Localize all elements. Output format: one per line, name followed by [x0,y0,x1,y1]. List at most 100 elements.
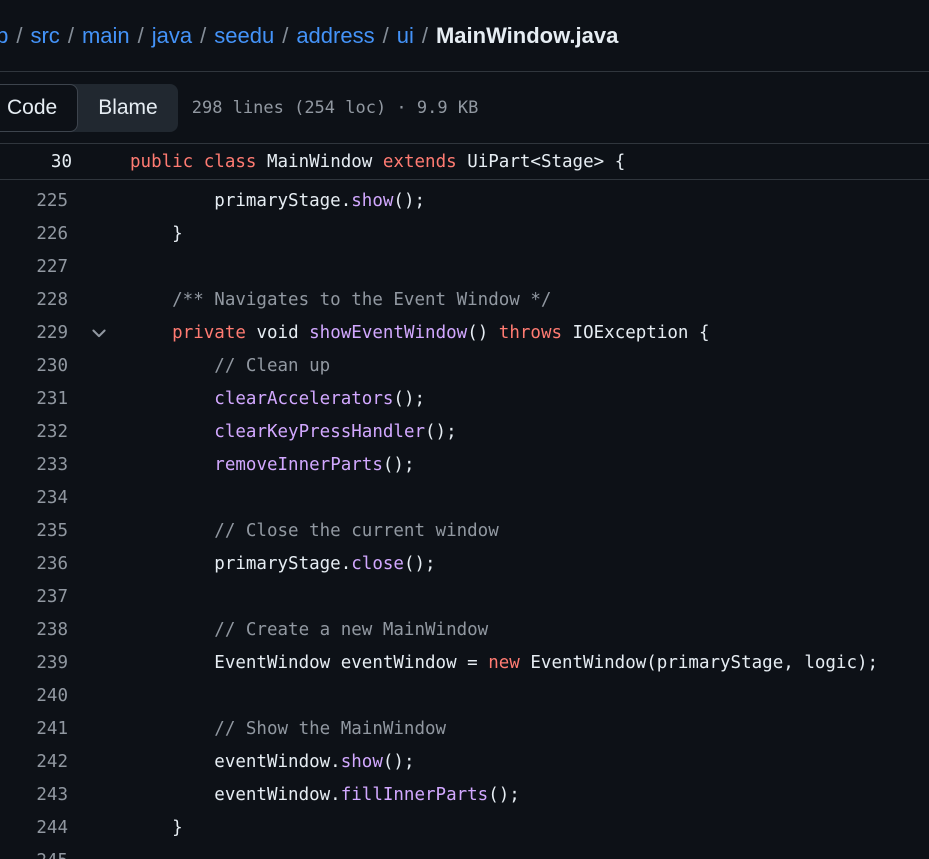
code-token: () [467,322,499,343]
line-number[interactable]: 236 [0,554,68,574]
gutter [68,323,130,343]
breadcrumb-link-java[interactable]: java [152,23,192,48]
breadcrumb-link-seedu[interactable]: seedu [214,23,274,48]
line-number[interactable]: 234 [0,488,68,508]
line-number[interactable]: 238 [0,620,68,640]
line-code: primaryStage.show(); [130,191,425,211]
keyword-token: class [203,151,257,172]
blame-tab[interactable]: Blame [78,84,178,132]
code-token: eventWindow. [130,751,341,772]
comment-token: // Create a new MainWindow [130,619,489,640]
line-code: // Clean up [130,356,330,376]
code-line[interactable]: 232 clearKeyPressHandler(); [0,415,929,448]
line-number: 30 [50,151,72,172]
line-code: primaryStage.close(); [130,553,436,574]
line-code: // Close the current window [130,520,499,541]
line-number[interactable]: 226 [0,224,68,244]
code-line[interactable]: 240 [0,679,929,712]
sticky-line[interactable]: 30 public class MainWindow extends UiPar… [0,144,929,180]
code-line[interactable]: 238 // Create a new MainWindow [0,613,929,646]
code-line[interactable]: 226 } [0,217,929,250]
line-number[interactable]: 242 [0,752,68,772]
line-number[interactable]: 235 [0,521,68,541]
line-number[interactable]: 237 [0,587,68,607]
line-number[interactable]: 232 [0,422,68,442]
line-code: EventWindow eventWindow = new EventWindo… [130,653,878,673]
line-number[interactable]: 229 [0,323,68,343]
keyword-token: private [172,322,246,343]
code-line[interactable]: 225 primaryStage.show(); [0,184,929,217]
line-number[interactable]: 228 [0,290,68,310]
code-token: } [130,817,183,838]
code-line[interactable]: 243 eventWindow.fillInnerParts(); [0,778,929,811]
keyword-token: extends [382,151,457,172]
line-number[interactable]: 225 [0,191,68,211]
code-token: EventWindow(primaryStage, logic); [519,652,879,673]
code-line[interactable]: 242 eventWindow.show(); [0,745,929,778]
code-token: (); [393,190,426,211]
code-line[interactable]: 241 // Show the MainWindow [0,712,929,745]
line-number[interactable]: 243 [0,785,68,805]
code-token: (); [488,784,520,805]
function-token: close [351,553,404,574]
breadcrumb-link-ui[interactable]: ui [397,23,414,48]
code-token: } [130,223,183,244]
breadcrumb-separator: / [382,22,389,48]
breadcrumb-link-main[interactable]: main [82,23,130,48]
code-token: void [245,322,310,343]
line-number[interactable]: 227 [0,257,68,277]
line-code: eventWindow.fillInnerParts(); [130,785,520,805]
line-number[interactable]: 233 [0,455,68,475]
line-code: /** Navigates to the Event Window */ [130,290,551,310]
comment-token: // Close the current window [130,520,499,541]
keyword-token: new [488,652,520,673]
code-token: (); [393,388,426,409]
code-lines: 225 primaryStage.show(); 226 } 227 228 /** … [0,184,929,859]
line-code: private void showEventWindow() throws IO… [130,322,709,343]
line-number[interactable]: 239 [0,653,68,673]
code-token: primaryStage. [130,190,352,211]
code-tab[interactable]: Code [0,83,79,132]
code-line[interactable]: 237 [0,580,929,613]
code-line[interactable]: 245 [0,844,929,859]
comment-token: // Clean up [130,355,331,376]
view-mode-toggle: Code Blame [0,83,178,132]
code-line[interactable]: 239 EventWindow eventWindow = new EventW… [0,646,929,679]
code-line[interactable]: 229 private void showEventWindow() throw… [0,316,929,349]
line-number[interactable]: 230 [0,356,68,376]
code-line[interactable]: 235 // Close the current window [0,514,929,547]
line-code: eventWindow.show(); [130,752,414,772]
breadcrumb-separator: / [67,22,74,48]
line-number[interactable]: 245 [0,851,68,859]
file-toolbar: Code Blame 298 lines (254 loc) · 9.9 KB [0,72,929,144]
comment-token: // Show the MainWindow [130,718,447,739]
breadcrumb-link-address[interactable]: address [296,23,374,48]
code-line[interactable]: 231 clearAccelerators(); [0,382,929,415]
chevron-down-icon[interactable] [89,323,109,343]
code-line[interactable]: 230 // Clean up [0,349,929,382]
code-line[interactable]: 227 [0,250,929,283]
code-token: (); [403,553,436,574]
breadcrumb-separator: / [200,22,207,48]
line-code: // Create a new MainWindow [130,620,488,640]
code-line[interactable]: 233 removeInnerParts(); [0,448,929,481]
breadcrumb-link-src[interactable]: src [30,23,59,48]
code-line[interactable]: 228 /** Navigates to the Event Window */ [0,283,929,316]
line-number[interactable]: 231 [0,389,68,409]
file-meta: 298 lines (254 loc) · 9.9 KB [191,97,479,118]
line-code: // Show the MainWindow [130,719,446,739]
keyword-token: throws [498,322,563,343]
line-number[interactable]: 244 [0,818,68,838]
function-token: show [340,751,383,772]
line-code: clearKeyPressHandler(); [130,422,456,442]
code-line[interactable]: 244 } [0,811,929,844]
code-line[interactable]: 234 [0,481,929,514]
line-number[interactable]: 240 [0,686,68,706]
code-line[interactable]: 236 primaryStage.close(); [0,547,929,580]
line-number[interactable]: 241 [0,719,68,739]
